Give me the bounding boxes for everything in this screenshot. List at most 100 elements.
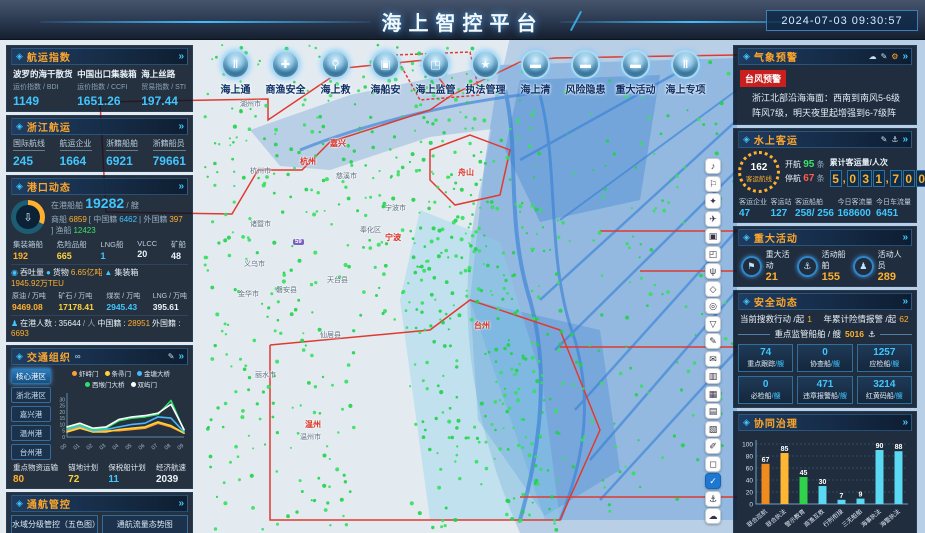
pencil-icon[interactable]: ✎ <box>881 52 888 61</box>
polygon-icon[interactable]: ◇ <box>705 281 721 297</box>
port-tab-台州港[interactable]: 台州港 <box>11 444 51 460</box>
nav-item-海上清[interactable]: ▬海上清 <box>513 50 558 96</box>
cell-value: 471 <box>798 379 851 390</box>
passenger-stat-label: 客运企业 <box>739 197 767 207</box>
nav-item-商渔安全[interactable]: ✚商渔安全 <box>263 50 308 96</box>
check-icon[interactable]: ✓ <box>705 473 721 489</box>
port-tab-核心港区[interactable]: 核心港区 <box>11 368 51 384</box>
svg-text:09: 09 <box>177 443 186 452</box>
event-label: 活动人员 <box>878 249 909 271</box>
nav-item-海上救[interactable]: ⚲海上救 <box>313 50 358 96</box>
zone-label: 台州 <box>474 320 490 331</box>
safety-cell[interactable]: 471违章报警船/艘 <box>797 376 852 404</box>
city-label: 慈溪市 <box>336 171 357 181</box>
traffic-stat-value: 11 <box>108 474 146 485</box>
pencil-icon[interactable]: ✎ <box>168 352 175 361</box>
photo-icon[interactable]: ▧ <box>705 421 721 437</box>
branch-icon[interactable]: ψ <box>705 263 721 279</box>
digit-separator: , <box>886 173 889 185</box>
event-icon: ⚑ <box>741 256 762 277</box>
ship-type-label: VLCC <box>137 239 157 248</box>
nav-control-button[interactable]: 通航流量态势图 <box>102 515 189 533</box>
nav-item-风险隐患[interactable]: ▬风险隐患 <box>563 50 608 96</box>
chevrons-icon[interactable]: » <box>902 417 907 428</box>
breakdown-part: 6859 <box>69 215 87 224</box>
cell-value: 3214 <box>858 379 911 390</box>
safety-cell[interactable]: 0必检船/艘 <box>738 376 793 404</box>
gear-icon[interactable]: ⚙ <box>891 52 898 61</box>
plane-icon[interactable]: ✈ <box>705 211 721 227</box>
nav-item-海上监管[interactable]: ◳海上监管 <box>413 50 458 96</box>
passenger-stat-label: 今日客流量 <box>837 197 872 207</box>
svg-text:100: 100 <box>742 442 753 449</box>
traffic-stat-value: 80 <box>13 474 58 485</box>
safety-cells: 74重点跟踪/艘0协查船/艘1257应检船/艘0必检船/艘471违章报警船/艘3… <box>738 344 912 404</box>
funnel-icon[interactable]: ▽ <box>705 316 721 332</box>
diamond-icon: ◈ <box>743 134 750 145</box>
chevrons-icon[interactable]: » <box>178 181 183 192</box>
chevrons-icon[interactable]: » <box>902 296 907 307</box>
cloud-icon[interactable]: ☁ <box>705 508 721 524</box>
cell-label: 应检船/艘 <box>858 359 911 369</box>
chevrons-icon[interactable]: » <box>178 351 183 362</box>
city-label: 宁波市 <box>385 203 406 213</box>
traffic-stat-label: 重点物资运输 <box>13 462 58 473</box>
camera-icon[interactable]: ▣ <box>705 228 721 244</box>
zj-label: 航运企业 <box>60 138 92 151</box>
digit-box: 0 <box>916 170 925 187</box>
image-icon[interactable]: ▤ <box>705 403 721 419</box>
chevrons-icon[interactable]: » <box>178 51 183 62</box>
pen-icon[interactable]: ✐ <box>705 438 721 454</box>
nav-glyph: ▬ <box>630 59 641 71</box>
chevrons-icon[interactable]: » <box>178 121 183 132</box>
safety-cell[interactable]: 3214红黄码船/艘 <box>857 376 912 404</box>
nav-item-海上通[interactable]: ‖海上通 <box>213 50 258 96</box>
target-icon[interactable]: ◎ <box>705 298 721 314</box>
volume-icon[interactable]: ♪ <box>705 158 721 174</box>
port-tab-嘉兴港[interactable]: 嘉兴港 <box>11 406 51 422</box>
safety-cell[interactable]: 1257应检船/艘 <box>857 344 912 372</box>
mail-icon[interactable]: ✉ <box>705 351 721 367</box>
section-title: 气象预警 <box>754 49 798 64</box>
svg-text:行刑衔接: 行刑衔接 <box>821 507 845 529</box>
city-label: 天台县 <box>327 275 348 285</box>
traffic-stats: 重点物资运输80锚地计划72保税船计划11经济航速2039 <box>11 462 188 485</box>
legend-dot <box>72 371 77 376</box>
nav-item-重大活动[interactable]: ▬重大活动 <box>613 50 658 96</box>
people-part: 中国籍 : <box>97 318 125 329</box>
event-icon: ⚓ <box>797 256 818 277</box>
chevrons-icon[interactable]: » <box>902 232 907 243</box>
person-pin-icon[interactable]: ⚓ <box>705 491 721 507</box>
people-part: 外国籍 : <box>152 318 180 329</box>
cloud-icon[interactable]: ☁ <box>869 52 877 61</box>
grid-icon[interactable]: ▦ <box>705 386 721 402</box>
chevrons-icon[interactable]: » <box>902 51 907 62</box>
nav-item-label: 海上专项 <box>666 81 706 96</box>
commodity-label: LNG / 万吨 <box>153 291 187 301</box>
passenger-stat: 客运企业47 <box>739 197 767 219</box>
zone-label: 宁波 <box>385 232 401 243</box>
section-title: 水上客运 <box>754 132 798 147</box>
city-label: 湖州市 <box>240 99 261 109</box>
pencil-icon[interactable]: ✎ <box>881 135 888 144</box>
nav-control-button[interactable]: 水域分级管控（五色图） <box>11 515 98 533</box>
chevrons-icon[interactable]: » <box>178 498 183 509</box>
port-tab-浙北港区[interactable]: 浙北港区 <box>11 387 51 403</box>
safety-cell[interactable]: 0协查船/艘 <box>797 344 852 372</box>
nav-item-海上专项[interactable]: ‖海上专项 <box>663 50 708 96</box>
port-tab-温州港[interactable]: 温州港 <box>11 425 51 441</box>
chevrons-icon[interactable]: » <box>902 134 907 145</box>
digit-box: 0 <box>903 170 915 187</box>
ruler-icon[interactable]: ✎ <box>705 333 721 349</box>
bulb-icon[interactable]: ✦ <box>705 193 721 209</box>
message-icon[interactable]: ◻ <box>705 456 721 472</box>
nav-item-海船安[interactable]: ▣海船安 <box>363 50 408 96</box>
nav-item-执法管理[interactable]: ★执法管理 <box>463 50 508 96</box>
zone-label: 舟山 <box>458 167 474 178</box>
fullscreen-icon[interactable]: ◰ <box>705 246 721 262</box>
safety-cell[interactable]: 74重点跟踪/艘 <box>738 344 793 372</box>
legend-dot <box>85 382 90 387</box>
anchor-icon[interactable]: ⚓ <box>891 135 898 144</box>
chart-icon[interactable]: ▥ <box>705 368 721 384</box>
flag-icon[interactable]: ⚐ <box>705 176 721 192</box>
